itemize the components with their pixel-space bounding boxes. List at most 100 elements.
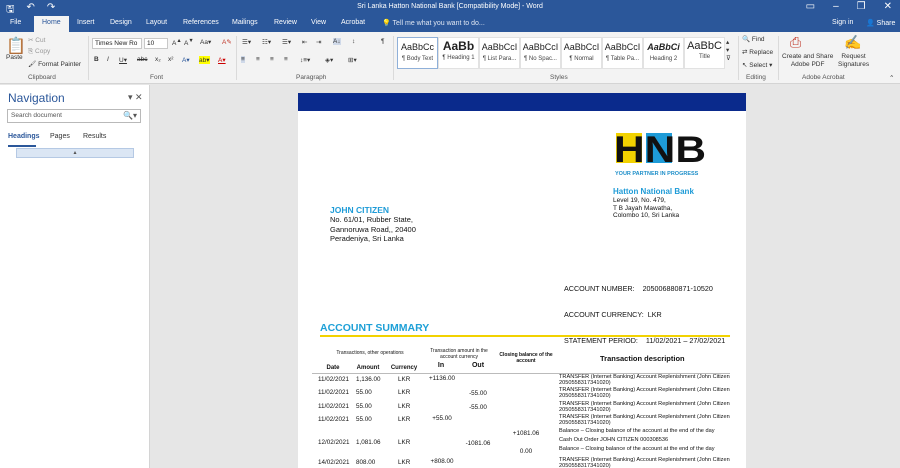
request-signatures-button[interactable]: Request Signatures <box>838 53 869 68</box>
header-transaction-description: Transaction description <box>600 354 685 363</box>
collapse-ribbon-icon[interactable]: ⌃ <box>889 74 894 82</box>
text-effects-icon[interactable]: A▾ <box>182 56 190 64</box>
heading-item[interactable]: ▴ <box>16 148 134 158</box>
title-bar: 🖫 ↶ ↷ Sri Lanka Hatton National Bank [Co… <box>0 0 900 16</box>
align-left-icon[interactable]: ≡ <box>241 56 245 63</box>
tab-design[interactable]: Design <box>110 19 132 26</box>
highlight-icon[interactable]: ab▾ <box>199 56 210 64</box>
tab-layout[interactable]: Layout <box>146 19 167 26</box>
styles-scroll-icon[interactable]: ▴ ▾ ⊽ <box>726 38 731 62</box>
cell-amount: 55.00 <box>356 403 372 410</box>
document-page[interactable]: HNB YOUR PARTNER IN PROGRESS Hatton Nati… <box>298 93 746 468</box>
header-closing-balance: Closing balance of the account <box>499 352 553 364</box>
subscript-icon[interactable]: x₂ <box>155 56 161 63</box>
strikethrough-icon[interactable]: abc <box>137 56 147 63</box>
underline-icon[interactable]: U▾ <box>119 56 127 64</box>
cell-desc: TRANSFER (Internet Banking) Account Repl… <box>559 387 730 399</box>
bank-name: Hatton National Bank <box>613 187 694 196</box>
tab-acrobat[interactable]: Acrobat <box>341 19 365 26</box>
window-title: Sri Lanka Hatton National Bank [Compatib… <box>357 3 543 10</box>
pdf-icon[interactable]: ⎙ <box>790 34 801 51</box>
grow-font-icon[interactable]: A▲ <box>172 38 182 47</box>
align-right-icon[interactable]: ≡ <box>270 56 274 63</box>
italic-icon[interactable]: I <box>107 56 109 63</box>
multilevel-list-icon[interactable]: ☰▾ <box>282 38 291 46</box>
minimize-icon[interactable]: – <box>833 1 839 12</box>
sort-icon[interactable]: ↕ <box>352 38 355 45</box>
active-tab-indicator <box>8 145 36 147</box>
style-heading-1[interactable]: AaBb ¶ Heading 1 <box>438 37 479 69</box>
copy-button[interactable]: ⎘ Copy <box>28 48 50 56</box>
justify-icon[interactable]: ≡ <box>284 56 288 63</box>
paste-icon[interactable]: 📋 <box>6 36 26 56</box>
cell-out: -55.00 <box>469 390 487 397</box>
paste-button[interactable]: Paste <box>6 54 23 61</box>
signature-icon[interactable]: ✍ <box>844 34 861 51</box>
restore-icon[interactable]: ❐ <box>857 1 866 12</box>
nav-tab-pages[interactable]: Pages <box>50 133 70 140</box>
cell-currency: LKR <box>398 416 411 423</box>
nav-tab-headings[interactable]: Headings <box>8 133 40 140</box>
navigation-title: Navigation <box>8 91 65 105</box>
style-normal[interactable]: AaBbCcI ¶ Normal <box>561 37 602 69</box>
style-no-spacing[interactable]: AaBbCcI ¶ No Spac... <box>520 37 561 69</box>
tell-me-box[interactable]: 💡 Tell me what you want to do... <box>382 19 485 27</box>
line-spacing-icon[interactable]: ↕≡▾ <box>300 56 310 64</box>
tab-file[interactable]: File <box>10 19 21 26</box>
style-list-paragraph[interactable]: AaBbCcI ¶ List Para... <box>479 37 520 69</box>
cut-button[interactable]: ✂ Cut <box>28 36 45 44</box>
style-title[interactable]: AaBbC Title <box>684 37 725 69</box>
sort-icon[interactable]: A↓ <box>333 38 341 45</box>
style-table-paragraph[interactable]: AaBbCcI ¶ Table Pa... <box>602 37 643 69</box>
close-icon[interactable]: ✕ <box>884 1 892 12</box>
tab-view[interactable]: View <box>311 19 326 26</box>
font-color-icon[interactable]: A▾ <box>218 56 226 64</box>
lightbulb-icon: 💡 <box>382 20 393 27</box>
numbering-icon[interactable]: ☷▾ <box>262 38 271 46</box>
customer-address: No. 61/01, Rubber State, Gannoruwa Road,… <box>330 215 416 243</box>
share-button[interactable]: 👤 Share <box>866 19 895 27</box>
search-document-input[interactable]: Search document 🔍▾ <box>7 109 141 123</box>
header-date: Date <box>326 365 340 371</box>
pilcrow-icon[interactable]: ¶ <box>381 38 385 45</box>
tab-review[interactable]: Review <box>274 19 297 26</box>
search-icon[interactable]: 🔍▾ <box>123 111 137 120</box>
find-button[interactable]: 🔍 Find <box>742 35 765 43</box>
bullets-icon[interactable]: ☰▾ <box>242 38 251 46</box>
increase-indent-icon[interactable]: ⇥ <box>316 38 321 46</box>
navigation-options-icon[interactable]: ▾ ✕ <box>128 92 143 103</box>
cell-closing: 0.00 <box>519 448 533 455</box>
borders-icon[interactable]: ⊞▾ <box>348 56 357 64</box>
cell-currency: LKR <box>398 459 411 466</box>
create-share-pdf-button[interactable]: Create and Share Adobe PDF <box>782 53 833 68</box>
shrink-font-icon[interactable]: A▼ <box>184 38 194 47</box>
nav-tab-results[interactable]: Results <box>83 133 106 140</box>
cell-amount: 808.00 <box>356 459 376 466</box>
bold-icon[interactable]: B <box>94 56 99 63</box>
change-case-icon[interactable]: Aa▾ <box>200 38 211 46</box>
align-center-icon[interactable]: ≡ <box>256 56 260 63</box>
style-body-text[interactable]: AaBbCc ¶ Body Text <box>397 37 438 69</box>
account-currency: LKR <box>647 309 662 319</box>
ribbon-home: 📋 Paste ✂ Cut ⎘ Copy 🖌 Format Painter Cl… <box>0 32 900 84</box>
replace-button[interactable]: ⇄ Replace <box>742 48 773 56</box>
font-size-select[interactable]: 10 <box>144 38 168 49</box>
customer-name: JOHN CITIZEN <box>330 205 390 215</box>
font-family-select[interactable]: Times New Ro <box>92 38 142 49</box>
tab-home[interactable]: Home <box>34 16 69 32</box>
tab-references[interactable]: References <box>183 19 219 26</box>
clear-formatting-icon[interactable]: A✎ <box>222 38 232 46</box>
format-painter-button[interactable]: 🖌 Format Painter <box>28 60 81 68</box>
bank-tagline: YOUR PARTNER IN PROGRESS <box>615 171 699 177</box>
tab-mailings[interactable]: Mailings <box>232 19 258 26</box>
shading-icon[interactable]: ◈▾ <box>325 56 333 64</box>
cell-currency: LKR <box>398 389 411 396</box>
superscript-icon[interactable]: x² <box>168 56 173 63</box>
decrease-indent-icon[interactable]: ⇤ <box>302 38 307 46</box>
style-heading-2[interactable]: AaBbCi Heading 2 <box>643 37 684 69</box>
sign-in-link[interactable]: Sign in <box>832 19 853 26</box>
cell-date: 11/02/2021 <box>318 376 350 383</box>
tab-insert[interactable]: Insert <box>77 19 95 26</box>
ribbon-display-icon[interactable]: ▭ <box>806 1 815 12</box>
select-button[interactable]: ↖ Select ▾ <box>742 61 772 69</box>
